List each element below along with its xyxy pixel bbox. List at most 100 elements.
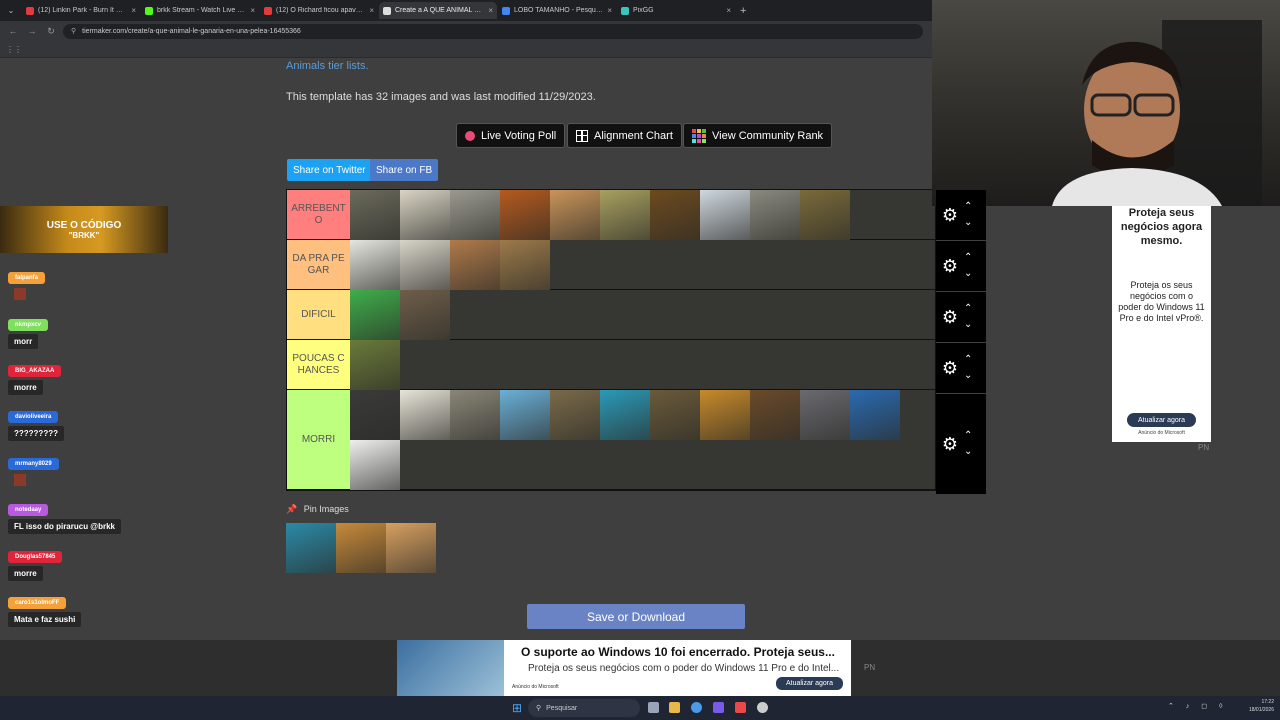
animals-tier-lists-link[interactable]: Animals tier lists. [286, 60, 369, 72]
tab-close-icon[interactable]: × [369, 6, 374, 15]
bottom-advertisement[interactable]: O suporte ao Windows 10 foi encerrado. P… [397, 640, 851, 696]
chevron-down-icon[interactable]: ⌄ [964, 215, 972, 231]
chevron-down-icon[interactable]: ⌄ [964, 317, 972, 333]
save-download-button[interactable]: Save or Download [527, 604, 745, 629]
animal-image[interactable] [400, 240, 450, 290]
animal-image[interactable] [600, 190, 650, 240]
tab-search-icon[interactable]: ⌄ [4, 4, 18, 18]
pinned-image[interactable] [386, 523, 436, 573]
chrome-icon[interactable] [691, 702, 702, 713]
browser-tab[interactable]: brkk Stream - Watch Live on Ki × [141, 2, 259, 19]
gear-icon[interactable]: ⚙ [939, 256, 961, 277]
task-view-icon[interactable] [648, 702, 659, 713]
tier-items [350, 390, 935, 490]
obs-icon[interactable] [735, 702, 746, 713]
animal-image[interactable] [350, 290, 400, 340]
clock[interactable]: 17:22 18/01/2026 [1249, 698, 1274, 714]
gear-icon[interactable]: ⚙ [939, 205, 961, 226]
tab-title: PixGG [633, 7, 654, 14]
tier-label[interactable]: MORRI [287, 390, 350, 489]
live-voting-poll-button[interactable]: Live Voting Poll [456, 123, 566, 148]
animal-image[interactable] [650, 390, 700, 440]
tab-close-icon[interactable]: × [250, 6, 255, 15]
animal-image[interactable] [400, 290, 450, 340]
url-input[interactable]: ⚲ tiermaker.com/create/a-que-animal-le-g… [63, 23, 923, 39]
discord-icon[interactable] [713, 702, 724, 713]
chevron-up-icon[interactable]: ⌃ [964, 428, 972, 444]
gear-icon[interactable]: ⚙ [939, 307, 961, 328]
tier-label[interactable]: DIFICIL [287, 290, 350, 339]
chevron-up-icon[interactable]: ⌃ [964, 199, 972, 215]
tab-title: LOBO TAMANHO - Pesquisa Go [514, 7, 604, 14]
animal-image[interactable] [550, 390, 600, 440]
tab-close-icon[interactable]: × [131, 6, 136, 15]
animal-image[interactable] [450, 390, 500, 440]
animal-image[interactable] [350, 440, 400, 490]
tier-label[interactable]: DA PRA PEGAR [287, 240, 350, 289]
animal-image[interactable] [350, 340, 400, 390]
app-icon[interactable] [757, 702, 768, 713]
browser-tab[interactable]: Create a A QUE ANIMAL LE GA × [379, 2, 497, 19]
chevron-down-icon[interactable]: ⌄ [964, 368, 972, 384]
animal-image[interactable] [750, 190, 800, 240]
tier-control: ⚙ ⌃ ⌄ [936, 394, 986, 494]
move-arrows: ⌃ ⌄ [964, 199, 972, 231]
gear-icon[interactable]: ⚙ [939, 434, 961, 455]
animal-image[interactable] [700, 390, 750, 440]
browser-tab[interactable]: (12) O Richard ficou apavorado × [260, 2, 378, 19]
share-twitter-button[interactable]: Share on Twitter [287, 159, 372, 181]
chevron-up-icon[interactable]: ⌃ [964, 352, 972, 368]
file-explorer-icon[interactable] [669, 702, 680, 713]
tab-close-icon[interactable]: × [488, 6, 493, 15]
back-button[interactable]: ← [6, 24, 20, 38]
site-info-icon[interactable]: ⚲ [71, 27, 76, 35]
gear-icon[interactable]: ⚙ [939, 358, 961, 379]
share-fb-button[interactable]: Share on FB [370, 159, 439, 181]
chevron-up-icon[interactable]: ⌃ [964, 301, 972, 317]
animal-image[interactable] [350, 240, 400, 290]
animal-image[interactable] [400, 190, 450, 240]
tier-label[interactable]: ARREBENTO [287, 190, 350, 239]
forward-button[interactable]: → [25, 24, 39, 38]
chat-message: mrmany8029 [8, 452, 59, 491]
animal-image[interactable] [450, 190, 500, 240]
animal-image[interactable] [600, 390, 650, 440]
animal-image[interactable] [800, 390, 850, 440]
new-tab-button[interactable]: + [740, 5, 746, 17]
animal-image[interactable] [500, 190, 550, 240]
chevron-down-icon[interactable]: ⌄ [964, 266, 972, 282]
animal-image[interactable] [500, 240, 550, 290]
clock-date: 18/01/2026 [1248, 707, 1274, 713]
bottom-ad-cta-button[interactable]: Atualizar agora [776, 677, 843, 690]
system-tray-icons[interactable]: ⌃ ♪ ◻ ◊ [1168, 702, 1227, 710]
taskbar-search-input[interactable]: ⚲ Pesquisar [528, 699, 640, 717]
chevron-down-icon[interactable]: ⌄ [964, 444, 972, 460]
animal-image[interactable] [550, 190, 600, 240]
pinned-image[interactable] [336, 523, 386, 573]
animal-image[interactable] [750, 390, 800, 440]
browser-tab[interactable]: (12) Linkin Park - Burn It Down × [22, 2, 140, 19]
side-ad-cta-button[interactable]: Atualizar agora [1127, 413, 1196, 427]
chevron-up-icon[interactable]: ⌃ [964, 250, 972, 266]
tab-close-icon[interactable]: × [607, 6, 612, 15]
animal-image[interactable] [650, 190, 700, 240]
pinned-image[interactable] [286, 523, 336, 573]
animal-image[interactable] [800, 190, 850, 240]
alignment-chart-button[interactable]: Alignment Chart [567, 123, 682, 148]
windows-start-icon[interactable]: ⊞ [512, 701, 522, 715]
view-community-rank-button[interactable]: View Community Rank [683, 123, 833, 148]
browser-tab[interactable]: PixGG × [617, 2, 735, 19]
animal-image[interactable] [350, 390, 400, 440]
apps-icon[interactable]: ⋮⋮ [6, 45, 22, 54]
animal-image[interactable] [400, 390, 450, 440]
reload-button[interactable]: ↻ [44, 24, 58, 38]
animal-image[interactable] [850, 390, 900, 440]
animal-image[interactable] [350, 190, 400, 240]
animal-image[interactable] [450, 240, 500, 290]
animal-image[interactable] [700, 190, 750, 240]
browser-tab[interactable]: LOBO TAMANHO - Pesquisa Go× [498, 2, 616, 19]
side-advertisement[interactable]: Proteja seus negócios agora mesmo. Prote… [1112, 206, 1211, 442]
tab-close-icon[interactable]: × [726, 6, 731, 15]
tier-label[interactable]: POUCAS CHANCES [287, 340, 350, 389]
animal-image[interactable] [500, 390, 550, 440]
